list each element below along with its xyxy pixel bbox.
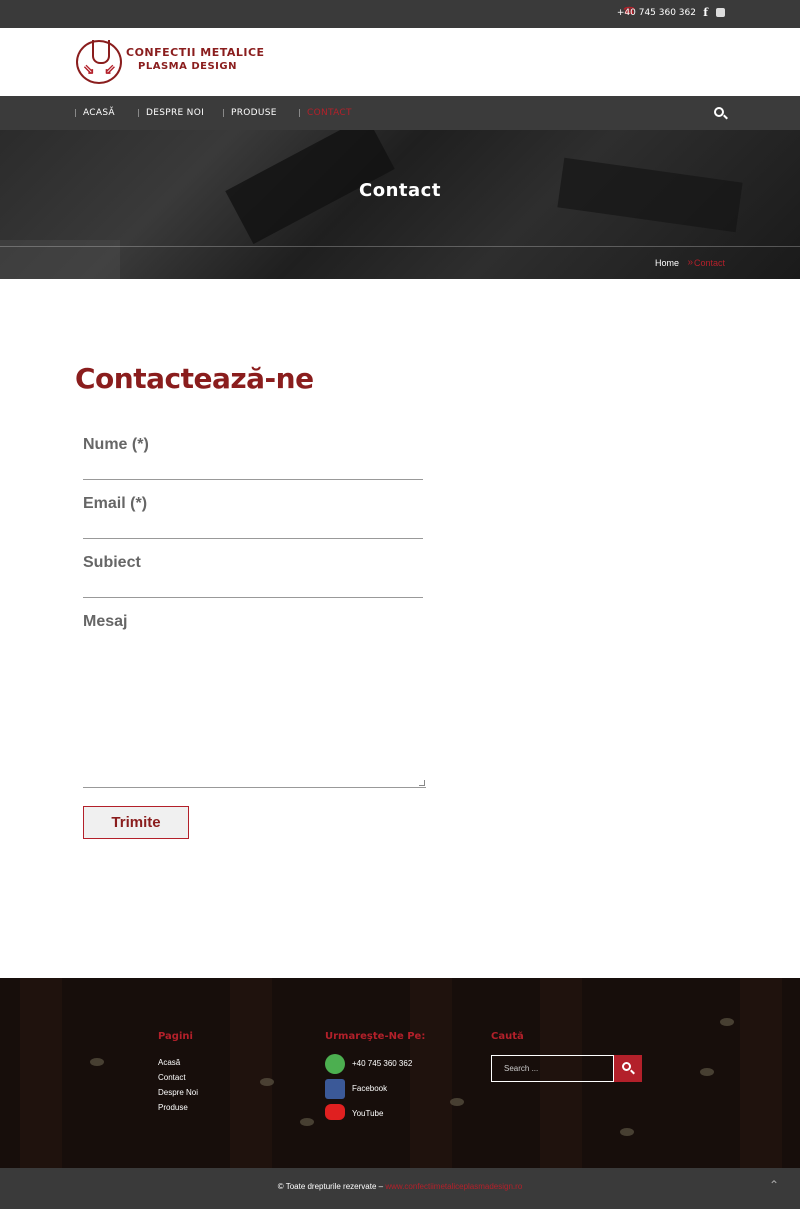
breadcrumb-current: Contact: [693, 258, 725, 268]
page-title: Contact: [359, 180, 441, 201]
youtube-icon[interactable]: [716, 8, 725, 17]
footer-search-input[interactable]: Search ...: [491, 1055, 614, 1082]
subject-field[interactable]: [83, 597, 423, 598]
footer-link-contact[interactable]: Contact: [158, 1073, 186, 1082]
back-to-top-icon[interactable]: ⌃: [769, 1178, 779, 1192]
email-field-label[interactable]: Email (*): [83, 495, 147, 513]
facebook-icon[interactable]: f: [703, 6, 708, 19]
nav-item-produse[interactable]: PRODUSE: [223, 108, 277, 118]
top-bar: ☎ +40 745 360 362 f: [0, 0, 800, 28]
logo-mark: ⇘ ⇙: [76, 40, 122, 84]
footer-link-acasa[interactable]: Acasă: [158, 1058, 180, 1067]
footer-link-despre-noi[interactable]: Despre Noi: [158, 1088, 198, 1097]
breadcrumb-home[interactable]: Home: [655, 258, 679, 268]
bottom-bar: © Toate drepturile rezervate – www.confe…: [0, 1168, 800, 1209]
nav-item-despre-noi[interactable]: DESPRE NOI: [137, 108, 204, 118]
topbar-phone[interactable]: +40 745 360 362: [617, 8, 696, 18]
page-hero: Contact Home » Contact: [0, 130, 800, 279]
search-icon[interactable]: [714, 107, 724, 117]
copyright-link[interactable]: www.confectiimetaliceplasmadesign.ro: [385, 1182, 522, 1191]
main-nav: ACASĂ DESPRE NOI PRODUSE CONTACT: [0, 96, 800, 130]
footer-link-produse[interactable]: Produse: [158, 1103, 188, 1112]
footer-phone[interactable]: +40 745 360 362: [352, 1059, 412, 1068]
contact-title: Contactează-ne: [75, 362, 314, 395]
footer-pages-title: Pagini: [158, 1031, 193, 1042]
footer-follow-title: Urmareşte-Ne Pe:: [325, 1031, 426, 1042]
site-footer: Pagini Acasă Contact Despre Noi Produse …: [0, 978, 800, 1168]
footer-youtube[interactable]: YouTube: [352, 1109, 383, 1118]
site-logo[interactable]: ⇘ ⇙ CONFECTII METALICE PLASMA DESIGN: [76, 40, 264, 86]
submit-button[interactable]: Trimite: [83, 806, 189, 839]
search-icon: [622, 1062, 631, 1071]
breadcrumb-separator-icon: »: [687, 257, 693, 268]
youtube-icon[interactable]: [325, 1104, 345, 1120]
footer-facebook[interactable]: Facebook: [352, 1084, 387, 1093]
nav-item-acasa[interactable]: ACASĂ: [75, 108, 115, 118]
copyright: © Toate drepturile rezervate – www.confe…: [0, 1182, 800, 1191]
whatsapp-icon[interactable]: [325, 1054, 345, 1074]
message-field-label[interactable]: Mesaj: [83, 613, 127, 631]
name-field-label[interactable]: Nume (*): [83, 436, 149, 454]
footer-search-title: Caută: [491, 1031, 524, 1042]
logo-line-2: PLASMA DESIGN: [138, 61, 237, 72]
name-field[interactable]: [83, 479, 423, 480]
nav-item-contact[interactable]: CONTACT: [299, 108, 352, 118]
resize-handle-icon[interactable]: [419, 780, 425, 786]
logo-line-1: CONFECTII METALICE: [126, 46, 265, 59]
message-textarea[interactable]: [83, 636, 426, 788]
email-field[interactable]: [83, 538, 423, 539]
facebook-icon[interactable]: [325, 1079, 345, 1099]
footer-search-button[interactable]: [614, 1055, 642, 1082]
copyright-text: © Toate drepturile rezervate –: [277, 1182, 386, 1191]
subject-field-label[interactable]: Subiect: [83, 554, 141, 572]
